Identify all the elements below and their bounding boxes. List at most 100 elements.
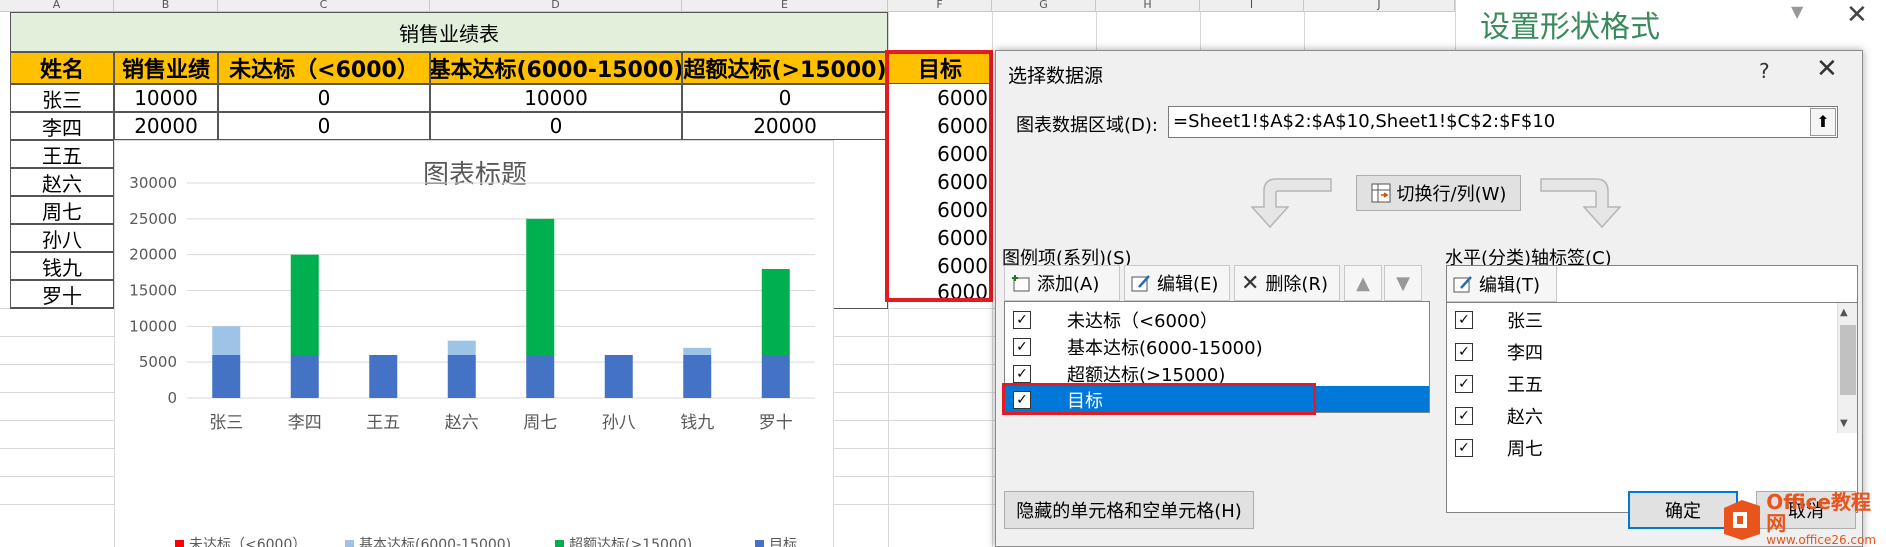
cell-name[interactable]: 赵六 — [10, 168, 114, 196]
switch-row-column-button[interactable]: 切换行/列(W) — [1356, 175, 1521, 211]
list-item[interactable]: ✓ 李四 — [1447, 336, 1857, 368]
y-axis-ticks: 0 5000 10000 15000 20000 25000 30000 — [129, 174, 177, 407]
checkbox-checked-icon[interactable]: ✓ — [1455, 439, 1473, 457]
checkbox-checked-icon[interactable]: ✓ — [1455, 375, 1473, 393]
col-header-f[interactable]: F — [888, 0, 992, 12]
header-sales[interactable]: 销售业绩 — [114, 52, 218, 84]
list-item[interactable]: ✓ 张三 — [1447, 304, 1857, 336]
cell-exceed[interactable]: 0 — [682, 84, 888, 112]
bar-segment — [683, 355, 712, 398]
checkbox-checked-icon[interactable]: ✓ — [1013, 311, 1031, 329]
cell-sales[interactable]: 20000 — [114, 112, 218, 140]
cell-below[interactable]: 0 — [218, 84, 430, 112]
table-title[interactable]: 销售业绩表 — [10, 12, 888, 52]
legend-swatch — [345, 540, 354, 547]
close-icon[interactable]: ✕ — [1816, 54, 1838, 84]
chart-data-range-label: 图表数据区域(D): — [1016, 115, 1158, 136]
cell-name[interactable]: 钱九 — [10, 252, 114, 280]
checkbox-checked-icon[interactable]: ✓ — [1013, 365, 1031, 383]
col-header-e[interactable]: E — [682, 0, 888, 12]
col-header-h[interactable]: H — [1096, 0, 1200, 12]
collapse-range-icon[interactable]: ⬆ — [1810, 108, 1836, 136]
stacked-bar-chart[interactable]: 图表标题 0 5000 10000 15000 20000 25000 30000 张三 李四… — [114, 140, 834, 547]
target-column-highlight — [885, 50, 993, 302]
help-icon[interactable]: ? — [1759, 59, 1770, 83]
cell-name[interactable]: 罗十 — [10, 280, 114, 308]
cell-sales[interactable]: 10000 — [114, 84, 218, 112]
col-header-a[interactable]: A — [0, 0, 114, 12]
axis-labels-panel[interactable]: 编辑(T) ✓ 张三 ✓ 李四 ✓ 王五 ✓ 赵六 ✓ 周七 ▲ ▼ — [1446, 265, 1858, 513]
scrollbar-thumb[interactable] — [1840, 325, 1856, 395]
x-tick-label: 孙八 — [602, 413, 636, 433]
delete-icon: ✕ — [1241, 270, 1260, 296]
axis-label-item: 周七 — [1507, 439, 1543, 460]
col-header-c[interactable]: C — [218, 0, 430, 12]
select-data-source-dialog[interactable]: 选择数据源 ? ✕ 图表数据区域(D): =Sheet1!$A$2:$A$10,… — [995, 50, 1863, 547]
y-tick-label: 15000 — [129, 282, 177, 300]
delete-series-button[interactable]: ✕ 删除(R) — [1234, 265, 1340, 301]
bar-segment — [447, 340, 476, 355]
header-name[interactable]: 姓名 — [10, 52, 114, 84]
col-header-g[interactable]: G — [992, 0, 1096, 12]
logo-brand: Office教程网 — [1766, 490, 1871, 536]
checkbox-checked-icon[interactable]: ✓ — [1013, 338, 1031, 356]
chart-gridlines — [187, 182, 815, 399]
col-header-j[interactable]: J — [1304, 0, 1455, 12]
y-tick-label: 30000 — [129, 174, 177, 192]
chart-canvas: 图表标题 0 5000 10000 15000 20000 25000 30000 张三 李四… — [129, 160, 815, 547]
checkbox-checked-icon[interactable]: ✓ — [1455, 311, 1473, 329]
cell-name[interactable]: 王五 — [10, 140, 114, 168]
move-down-icon[interactable]: ▼ — [1384, 265, 1422, 301]
y-tick-label: 25000 — [129, 210, 177, 228]
legend-label: 目标 — [769, 537, 797, 547]
move-up-icon[interactable]: ▲ — [1344, 265, 1382, 301]
cell-exceed[interactable]: 20000 — [682, 112, 888, 140]
col-header-b[interactable]: B — [114, 0, 218, 12]
cell-basic[interactable]: 10000 — [430, 84, 682, 112]
office-logo-icon — [1724, 499, 1760, 540]
checkbox-checked-icon[interactable]: ✓ — [1455, 407, 1473, 425]
add-series-button[interactable]: 添加(A) — [1004, 265, 1120, 301]
list-item[interactable]: ✓ 周七 — [1447, 432, 1857, 464]
axis-list-scrollbar[interactable]: ▲ ▼ — [1837, 303, 1857, 433]
edit-axis-labels-button[interactable]: 编辑(T) — [1447, 266, 1557, 302]
chart-bars — [212, 218, 790, 398]
logo-url: www.office26.com — [1766, 533, 1877, 547]
logo-text: Office教程网 www.office26.com — [1766, 492, 1886, 547]
cell-below[interactable]: 0 — [218, 112, 430, 140]
header-exceed[interactable]: 超额达标(>15000) — [682, 52, 888, 84]
pane-options-dropdown-icon[interactable]: ▼ — [1791, 2, 1803, 21]
chart-data-range-input[interactable]: =Sheet1!$A$2:$A$10,Sheet1!$C$2:$F$10 ⬆ — [1168, 106, 1838, 138]
axis-label-item: 李四 — [1507, 343, 1543, 364]
y-tick-label: 10000 — [129, 317, 177, 335]
cell-name[interactable]: 张三 — [10, 84, 114, 112]
pane-close-icon[interactable]: ✕ — [1846, 0, 1868, 30]
switch-row-column-icon — [1371, 183, 1391, 203]
cell-name[interactable]: 孙八 — [10, 224, 114, 252]
header-below[interactable]: 未达标（<6000） — [218, 52, 430, 84]
x-tick-label: 钱九 — [680, 413, 714, 433]
edit-series-button[interactable]: 编辑(E) — [1124, 265, 1230, 301]
cell-name[interactable]: 李四 — [10, 112, 114, 140]
chart-title[interactable]: 图表标题 — [423, 160, 527, 190]
scroll-up-icon[interactable]: ▲ — [1840, 307, 1848, 318]
list-item[interactable]: ✓ 赵六 — [1447, 400, 1857, 432]
edit-icon — [1131, 275, 1150, 292]
bar-segment — [761, 269, 790, 355]
bar-segment — [369, 355, 398, 398]
list-item[interactable]: ✓ 王五 — [1447, 368, 1857, 400]
chart-legend[interactable]: 未达标（<6000） 基本达标(6000-15000) 超额达标(>15000) 目标 — [175, 536, 797, 547]
cell-name[interactable]: 周七 — [10, 196, 114, 224]
col-header-d[interactable]: D — [430, 0, 682, 12]
hidden-empty-cells-button[interactable]: 隐藏的单元格和空单元格(H) — [1004, 491, 1254, 529]
header-basic[interactable]: 基本达标(6000-15000) — [430, 52, 682, 84]
edit-axis-labels-label: 编辑(T) — [1479, 274, 1541, 296]
col-header-i[interactable]: I — [1200, 0, 1304, 12]
bar-segment — [447, 355, 476, 398]
cell-basic[interactable]: 0 — [430, 112, 682, 140]
legend-swatch — [755, 540, 764, 547]
scroll-down-icon[interactable]: ▼ — [1840, 418, 1848, 429]
checkbox-checked-icon[interactable]: ✓ — [1455, 343, 1473, 361]
bar-segment — [212, 326, 241, 355]
x-axis-ticks: 张三 李四 王五 赵六 周七 孙八 钱九 罗十 — [209, 413, 793, 433]
